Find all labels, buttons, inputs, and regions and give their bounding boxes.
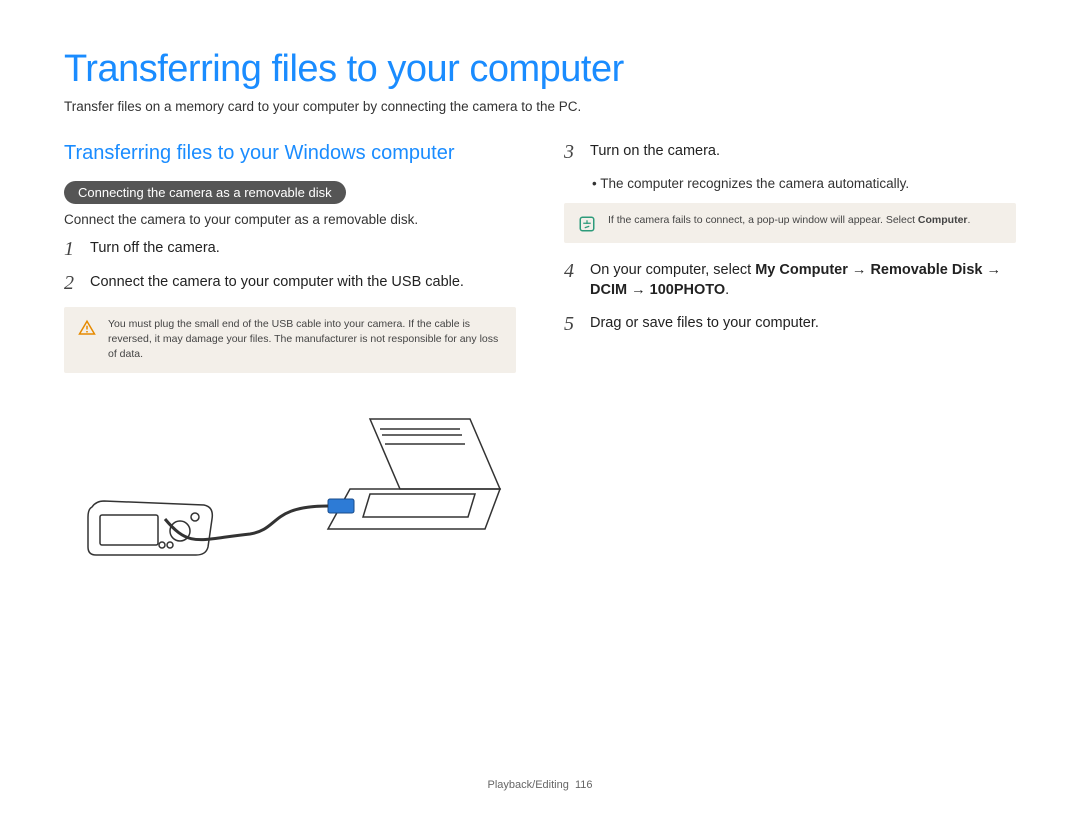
page-footer: Playback/Editing 116 (0, 779, 1080, 791)
section-title: Transferring files to your Windows compu… (64, 142, 516, 165)
step-text: Drag or save files to your computer. (590, 314, 819, 334)
warning-callout: You must plug the small end of the USB c… (64, 307, 516, 373)
step-text: Turn on the camera. (590, 142, 720, 162)
left-column: Transferring files to your Windows compu… (64, 142, 516, 604)
step-number: 1 (64, 239, 80, 259)
step-3-bullet: The computer recognizes the camera autom… (592, 176, 1016, 191)
footer-page-number: 116 (575, 779, 593, 791)
step-text: On your computer, select My Computer → R… (590, 261, 1016, 300)
step-number: 5 (564, 314, 580, 334)
warning-text: You must plug the small end of the USB c… (108, 317, 502, 363)
page-intro: Transfer files on a memory card to your … (64, 99, 1016, 114)
usb-connection-illustration (64, 399, 516, 599)
step-1: 1 Turn off the camera. (64, 239, 516, 259)
right-column: 3 Turn on the camera. The computer recog… (564, 142, 1016, 604)
step-2: 2 Connect the camera to your computer wi… (64, 273, 516, 293)
step-3: 3 Turn on the camera. (564, 142, 1016, 162)
step-number: 4 (564, 261, 580, 281)
note-text: If the camera fails to connect, a pop-up… (608, 213, 970, 228)
note-callout: If the camera fails to connect, a pop-up… (564, 203, 1016, 243)
note-icon (578, 215, 596, 233)
page-title: Transferring files to your computer (64, 48, 1016, 91)
step-number: 3 (564, 142, 580, 162)
footer-section: Playback/Editing (488, 779, 569, 791)
step-4: 4 On your computer, select My Computer →… (564, 261, 1016, 300)
step-5: 5 Drag or save files to your computer. (564, 314, 1016, 334)
step-text: Connect the camera to your computer with… (90, 273, 464, 293)
subsection-pill: Connecting the camera as a removable dis… (64, 181, 346, 204)
step-text: Turn off the camera. (90, 239, 220, 259)
warning-icon (78, 319, 96, 337)
content-columns: Transferring files to your Windows compu… (64, 142, 1016, 604)
subsection-description: Connect the camera to your computer as a… (64, 212, 516, 227)
step-number: 2 (64, 273, 80, 293)
